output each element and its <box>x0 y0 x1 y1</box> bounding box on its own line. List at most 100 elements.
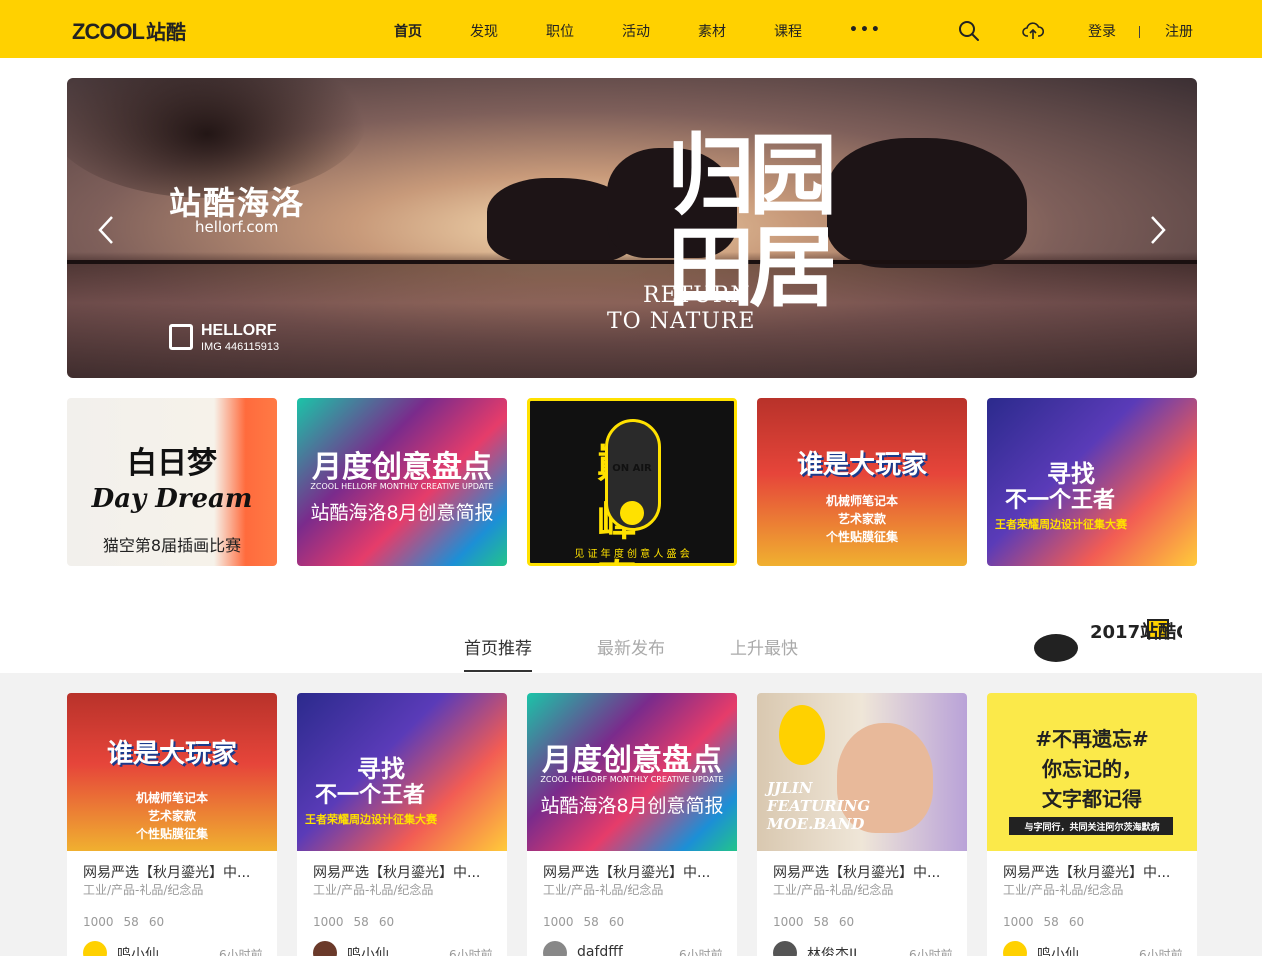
card-cover-line1: JJLIN <box>767 779 813 797</box>
card-cover-line1: 谁是大玩家 <box>106 739 237 769</box>
nav-courses[interactable]: 课程 <box>774 21 802 41</box>
login-link[interactable]: 登录 <box>1088 21 1116 41</box>
cube-2017-logo[interactable]: 2017站酷CUBE <box>1032 616 1182 668</box>
card-stats: 1000 58 60 <box>83 915 174 929</box>
work-card[interactable]: 谁是大玩家 机械师笔记本 艺术家款 个性贴膜征集 网易严选【秋月鎏光】中... … <box>67 693 277 956</box>
card-cover[interactable]: 寻找 不一个王者 王者荣耀周边设计征集大赛 <box>297 693 507 851</box>
work-card[interactable]: JJLIN FEATURING MOE.BAND 网易严选【秋月鎏光】中... … <box>757 693 967 956</box>
card-title[interactable]: 网易严选【秋月鎏光】中... <box>1003 862 1170 882</box>
card-cover[interactable]: #不再遗忘# 你忘记的， 文字都记得 与字同行，共同关注阿尔茨海默病 <box>987 693 1197 851</box>
avatar[interactable] <box>1003 941 1027 956</box>
work-card[interactable]: #不再遗忘# 你忘记的， 文字都记得 与字同行，共同关注阿尔茨海默病 网易严选【… <box>987 693 1197 956</box>
avatar[interactable] <box>313 941 337 956</box>
thumb-line2: Day Dream <box>91 484 253 514</box>
card-stats: 1000 58 60 <box>543 915 634 929</box>
views-count: 1000 <box>773 915 804 929</box>
nav-more-button[interactable]: ••• <box>849 22 882 38</box>
comments-count: 58 <box>813 915 829 929</box>
thumb-line3: 王者荣耀周边设计征集大赛 <box>995 518 1127 531</box>
logo-en: ZCOOL <box>72 19 145 44</box>
card-cover[interactable]: 谁是大玩家 机械师笔记本 艺术家款 个性贴膜征集 <box>67 693 277 851</box>
card-category: 工业/产品-礼品/纪念品 <box>1003 883 1124 897</box>
avatar[interactable] <box>543 941 567 956</box>
promo-thumb-live[interactable]: 巅峰直播 ON AIR 见 证 年 度 创 意 人 盛 会 <box>527 398 737 566</box>
card-cover[interactable]: JJLIN FEATURING MOE.BAND <box>757 693 967 851</box>
banner-prev-arrow-icon[interactable] <box>95 214 119 246</box>
card-category: 工业/产品-礼品/纪念品 <box>773 883 894 897</box>
search-icon[interactable] <box>958 20 980 42</box>
banner-brand-sub: IMG 446115913 <box>201 341 280 353</box>
likes-count: 60 <box>148 915 165 929</box>
card-cover-line1: #不再遗忘# <box>1035 727 1149 751</box>
card-time: 6小时前 <box>219 948 263 956</box>
card-cover-line2: FEATURING <box>767 797 871 815</box>
register-link[interactable]: 注册 <box>1165 21 1193 41</box>
yellow-chick-figure <box>779 705 825 765</box>
views-count: 1000 <box>313 915 344 929</box>
likes-count: 60 <box>838 915 855 929</box>
card-author[interactable]: 鸣小仙 <box>117 944 159 956</box>
likes-count: 60 <box>608 915 625 929</box>
zcool-logo[interactable]: ZCOOL 站酷 <box>72 16 186 45</box>
avatar[interactable] <box>773 941 797 956</box>
promo-thumb-daydream[interactable]: 白日梦 Day Dream 猫空第8届插画比赛 <box>67 398 277 566</box>
card-stats: 1000 58 60 <box>313 915 404 929</box>
card-cover-line2: 机械师笔记本 <box>135 791 208 805</box>
card-author[interactable]: 林俊杰JJ <box>807 944 857 956</box>
nav-events[interactable]: 活动 <box>622 21 650 41</box>
card-cover-line3: 站酷海洛8月创意简报 <box>540 795 724 817</box>
tab-recommended[interactable]: 首页推荐 <box>464 634 532 659</box>
banner-next-arrow-icon[interactable] <box>1145 214 1169 246</box>
thumb-line2: 不一个王者 <box>1005 488 1116 513</box>
card-cover-line2: 不一个王者 <box>315 783 426 808</box>
nav-jobs[interactable]: 职位 <box>546 21 574 41</box>
work-card[interactable]: 月度创意盘点 ZCOOL HELLORF MONTHLY CREATIVE UP… <box>527 693 737 956</box>
card-stats: 1000 58 60 <box>1003 915 1094 929</box>
cube-logo-text: 2017站酷CUBE <box>1090 621 1182 643</box>
logo-cn: 站酷 <box>146 20 186 44</box>
nav-home[interactable]: 首页 <box>394 21 422 41</box>
card-category: 工业/产品-礼品/纪念品 <box>313 883 434 897</box>
card-author[interactable]: 鸣小仙 <box>1037 944 1079 956</box>
card-cover-line3: MOE.BAND <box>767 815 865 833</box>
thumb-line2: 机械师笔记本 <box>825 494 898 508</box>
banner-brand: HELLORF <box>201 322 277 339</box>
avatar[interactable] <box>83 941 107 956</box>
thumb-line3: 站酷海洛8月创意简报 <box>310 502 494 524</box>
card-cover-line2: 你忘记的， <box>1042 757 1142 781</box>
thumb-line3: 见 证 年 度 创 意 人 盛 会 <box>574 549 690 560</box>
card-author[interactable]: 鸣小仙 <box>347 944 389 956</box>
card-title[interactable]: 网易严选【秋月鎏光】中... <box>543 862 710 882</box>
card-title[interactable]: 网易严选【秋月鎏光】中... <box>83 862 250 882</box>
nav-discover[interactable]: 发现 <box>470 21 498 41</box>
card-title[interactable]: 网易严选【秋月鎏光】中... <box>313 862 480 882</box>
tab-latest[interactable]: 最新发布 <box>597 634 665 659</box>
card-title[interactable]: 网易严选【秋月鎏光】中... <box>773 862 940 882</box>
nav-materials[interactable]: 素材 <box>698 21 726 41</box>
promo-thumb-player[interactable]: 谁是大玩家 机械师笔记本 艺术家款 个性贴膜征集 <box>757 398 967 566</box>
card-cover-line3: 王者荣耀周边设计征集大赛 <box>305 813 437 826</box>
card-time: 6小时前 <box>449 948 493 956</box>
work-card[interactable]: 寻找 不一个王者 王者荣耀周边设计征集大赛 网易严选【秋月鎏光】中... 工业/… <box>297 693 507 956</box>
card-cover-line2: ZCOOL HELLORF MONTHLY CREATIVE UPDATE <box>540 775 724 784</box>
promo-thumb-king[interactable]: 寻找 不一个王者 王者荣耀周边设计征集大赛 <box>987 398 1197 566</box>
views-count: 1000 <box>543 915 574 929</box>
thumb-line3: 艺术家款 <box>837 512 886 526</box>
comments-count: 58 <box>123 915 139 929</box>
upload-cloud-icon[interactable] <box>1022 20 1044 42</box>
card-stats: 1000 58 60 <box>773 915 864 929</box>
thumb-line1: 谁是大玩家 <box>796 450 927 480</box>
card-author[interactable]: dafdfff <box>577 944 623 956</box>
thumb-line1: 月度创意盘点 <box>312 450 492 485</box>
card-cover[interactable]: 月度创意盘点 ZCOOL HELLORF MONTHLY CREATIVE UP… <box>527 693 737 851</box>
likes-count: 60 <box>1068 915 1085 929</box>
card-cover-line3: 艺术家款 <box>147 809 196 823</box>
tab-trending[interactable]: 上升最快 <box>730 634 798 659</box>
hero-banner[interactable]: 站酷海洛 hellorf.com 归园田居 RETURN TO NATURE H… <box>67 78 1197 378</box>
thumb-line2: ZCOOL HELLORF MONTHLY CREATIVE UPDATE <box>310 482 494 491</box>
card-time: 6小时前 <box>909 948 953 956</box>
comments-count: 58 <box>1043 915 1059 929</box>
promo-thumb-monthly[interactable]: 月度创意盘点 ZCOOL HELLORF MONTHLY CREATIVE UP… <box>297 398 507 566</box>
banner-site: hellorf.com <box>195 218 279 236</box>
card-category: 工业/产品-礼品/纪念品 <box>543 883 664 897</box>
